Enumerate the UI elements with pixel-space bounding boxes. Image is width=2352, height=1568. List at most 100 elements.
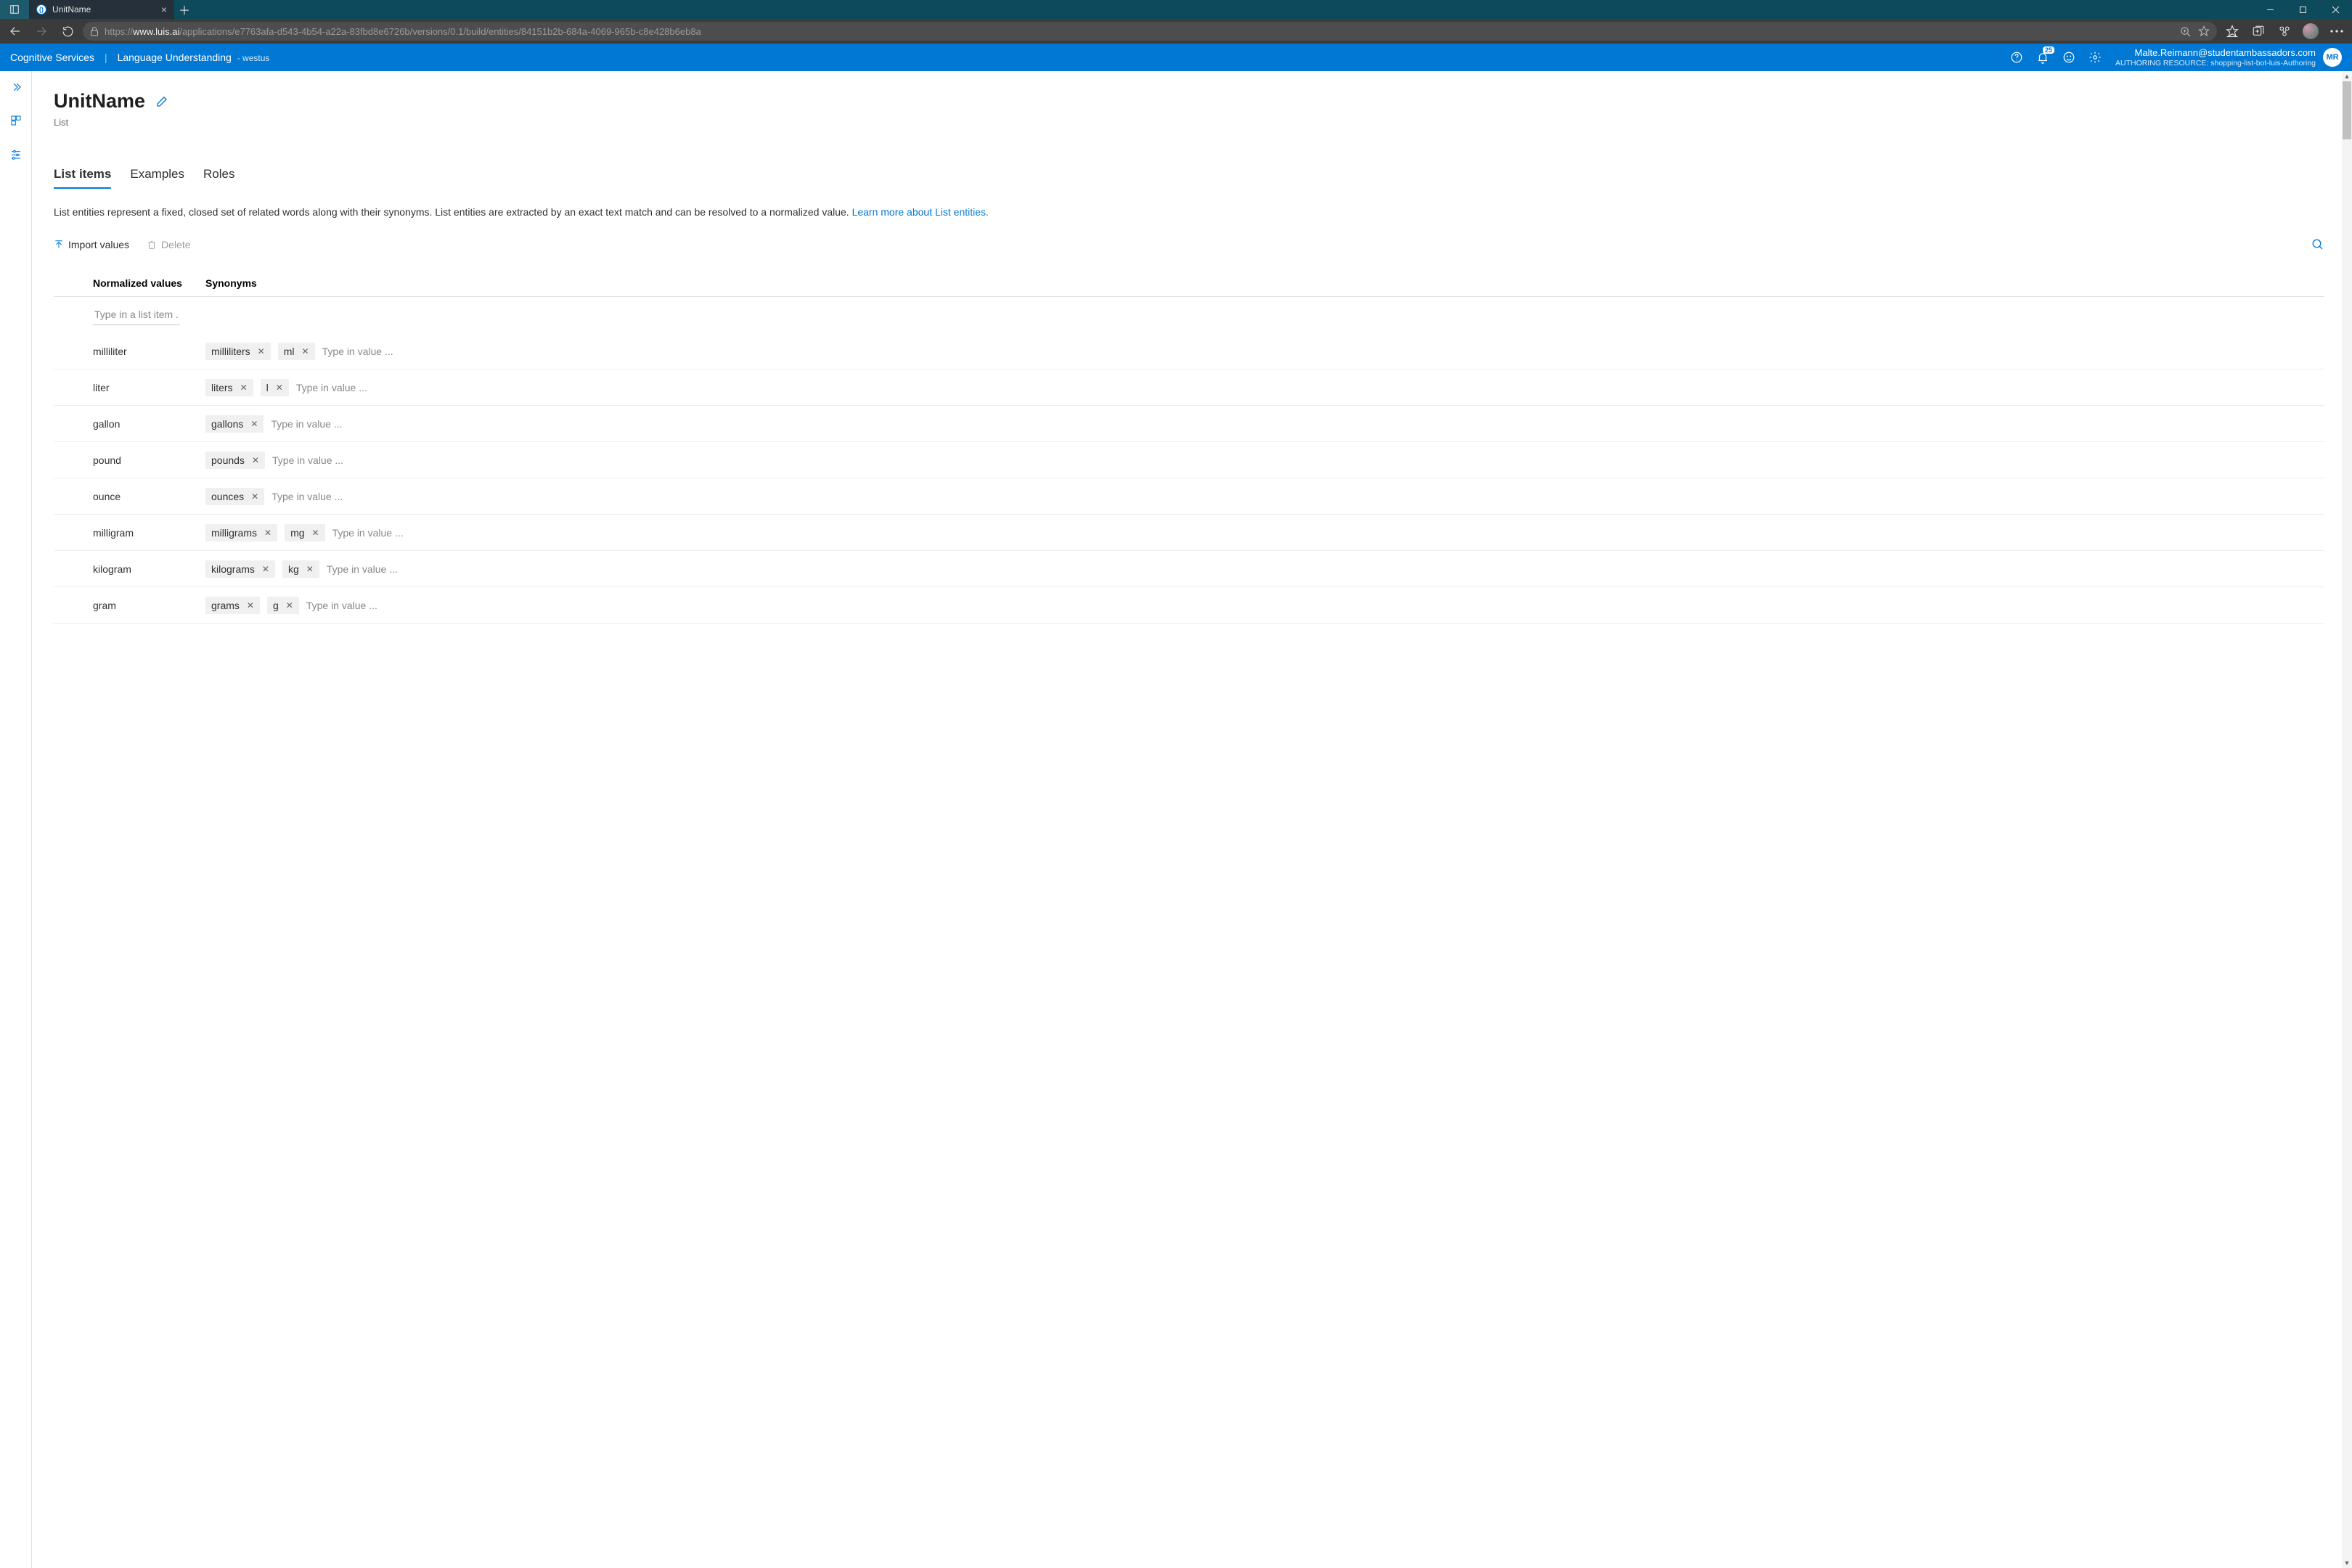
- close-window-button[interactable]: [2319, 0, 2352, 19]
- column-normalized-values: Normalized values: [93, 277, 205, 289]
- normalized-value[interactable]: ounce: [93, 491, 205, 502]
- back-button[interactable]: [4, 20, 26, 42]
- remove-synonym-button[interactable]: ✕: [247, 600, 254, 611]
- tab-roles[interactable]: Roles: [203, 167, 234, 189]
- notifications-button[interactable]: 25: [2030, 44, 2056, 71]
- tab-list-items[interactable]: List items: [54, 167, 111, 189]
- help-button[interactable]: [2004, 44, 2030, 71]
- cognitive-services-link[interactable]: Cognitive Services: [10, 52, 94, 63]
- scroll-up-button[interactable]: ▲: [2342, 71, 2352, 81]
- remove-synonym-button[interactable]: ✕: [302, 346, 309, 356]
- forward-button[interactable]: [30, 20, 52, 42]
- add-synonym-input[interactable]: Type in value ...: [332, 527, 404, 539]
- add-synonym-input[interactable]: Type in value ...: [271, 418, 342, 430]
- synonym-text: pounds: [211, 454, 245, 466]
- synonym-text: milliliters: [211, 346, 250, 357]
- import-values-button[interactable]: Import values: [54, 239, 129, 250]
- page-title: UnitName: [54, 90, 145, 113]
- list-item-row[interactable]: literliters✕l✕Type in value ...: [54, 369, 2324, 406]
- settings-button[interactable]: [2082, 44, 2108, 71]
- normalized-value[interactable]: milliliter: [93, 346, 205, 357]
- synonym-text: gallons: [211, 418, 243, 430]
- edit-title-button[interactable]: [155, 95, 168, 108]
- feedback-button[interactable]: [2056, 44, 2082, 71]
- favorites-button[interactable]: [2221, 20, 2243, 42]
- normalized-value[interactable]: liter: [93, 382, 205, 393]
- remove-synonym-button[interactable]: ✕: [250, 419, 258, 429]
- synonym-chip: kilograms✕: [205, 560, 275, 578]
- nav-settings-icon[interactable]: [7, 145, 25, 163]
- zoom-icon[interactable]: [2180, 26, 2191, 37]
- normalized-value[interactable]: gram: [93, 600, 205, 611]
- add-synonym-input[interactable]: Type in value ...: [296, 382, 367, 393]
- nav-build-icon[interactable]: [7, 112, 25, 129]
- browser-tab[interactable]: () UnitName ×: [29, 0, 174, 19]
- add-synonym-input[interactable]: Type in value ...: [306, 600, 377, 611]
- synonym-chip: grams ✕: [205, 597, 260, 614]
- add-synonym-input[interactable]: Type in value ...: [272, 454, 343, 466]
- synonym-chip: mg✕: [285, 524, 325, 542]
- add-synonym-input[interactable]: Type in value ...: [271, 491, 343, 502]
- new-list-item-input[interactable]: [93, 304, 180, 325]
- collections-button[interactable]: [2247, 20, 2269, 42]
- maximize-window-button[interactable]: [2287, 0, 2319, 19]
- scroll-down-button[interactable]: ▼: [2342, 1558, 2352, 1568]
- more-menu-button[interactable]: [2326, 20, 2348, 42]
- profile-avatar: [2303, 23, 2319, 39]
- remove-synonym-button[interactable]: ✕: [252, 455, 259, 465]
- add-synonym-input[interactable]: Type in value ...: [322, 346, 393, 357]
- normalized-value[interactable]: gallon: [93, 418, 205, 430]
- tab-actions-button[interactable]: [0, 0, 29, 19]
- list-item-row[interactable]: pound pounds ✕ Type in value ...: [54, 442, 2324, 478]
- remove-synonym-button[interactable]: ✕: [262, 564, 269, 574]
- profile-button[interactable]: [2300, 20, 2322, 42]
- learn-more-link[interactable]: Learn more about List entities.: [852, 206, 989, 218]
- url-text: https://www.luis.ai/applications/e7763af…: [105, 26, 701, 37]
- remove-synonym-button[interactable]: ✕: [286, 600, 293, 611]
- synonym-text: ounces: [211, 491, 244, 502]
- minimize-window-button[interactable]: [2254, 0, 2287, 19]
- language-understanding-link[interactable]: Language Understanding - westus: [118, 52, 270, 63]
- scrollbar[interactable]: ▲ ▼: [2342, 71, 2352, 1568]
- synonym-chip: kg✕: [282, 560, 319, 578]
- synonym-text: ml: [284, 346, 295, 357]
- extensions-button[interactable]: [2274, 20, 2295, 42]
- normalized-value[interactable]: milligram: [93, 527, 205, 539]
- normalized-value[interactable]: pound: [93, 454, 205, 466]
- list-item-row[interactable]: ounce ounces ✕ Type in value ...: [54, 478, 2324, 515]
- synonym-chip: g✕: [267, 597, 299, 614]
- remove-synonym-button[interactable]: ✕: [312, 528, 319, 538]
- user-avatar[interactable]: MR: [2323, 48, 2342, 67]
- synonym-chip: ml ✕: [278, 343, 315, 360]
- list-item-row[interactable]: kilogramkilograms✕ kg✕ Type in value ...: [54, 551, 2324, 587]
- synonym-text: milligrams: [211, 527, 257, 539]
- remove-synonym-button[interactable]: ✕: [276, 383, 283, 393]
- list-item-row[interactable]: milliliter milliliters ✕ ml ✕ Type in value .…: [54, 333, 2324, 369]
- list-item-row[interactable]: gramgrams✕g✕Type in value ...: [54, 587, 2324, 624]
- remove-synonym-button[interactable]: ✕: [251, 491, 258, 502]
- remove-synonym-button[interactable]: ✕: [306, 564, 314, 574]
- remove-synonym-button[interactable]: ✕: [264, 528, 271, 538]
- tab-examples[interactable]: Examples: [130, 167, 184, 189]
- expand-nav-button[interactable]: [7, 78, 25, 96]
- synonym-chip: gallons ✕: [205, 415, 264, 433]
- synonym-chip: milligrams ✕: [205, 524, 277, 542]
- list-item-row[interactable]: milligrammilligrams✕mg✕Type in value ...: [54, 515, 2324, 551]
- normalized-value[interactable]: kilogram: [93, 563, 205, 575]
- lock-icon: [90, 26, 99, 36]
- list-entity-description: List entities represent a fixed, closed …: [54, 206, 2324, 218]
- add-synonym-input[interactable]: Type in value ...: [327, 563, 398, 575]
- new-tab-button[interactable]: ＋: [174, 1, 195, 18]
- refresh-button[interactable]: [57, 20, 78, 42]
- address-bar[interactable]: https://www.luis.ai/applications/e7763af…: [83, 22, 2217, 41]
- synonym-text: grams: [211, 600, 240, 611]
- favorite-star-icon[interactable]: [2198, 25, 2210, 37]
- remove-synonym-button[interactable]: ✕: [240, 383, 248, 393]
- notification-badge: 25: [2043, 46, 2054, 54]
- close-tab-button[interactable]: ×: [161, 4, 167, 15]
- search-button[interactable]: [2311, 238, 2324, 251]
- remove-synonym-button[interactable]: ✕: [258, 346, 265, 356]
- synonym-chip: l✕: [261, 379, 289, 396]
- scrollbar-thumb[interactable]: [2343, 81, 2351, 139]
- list-item-row[interactable]: gallon gallons ✕ Type in value ...: [54, 406, 2324, 442]
